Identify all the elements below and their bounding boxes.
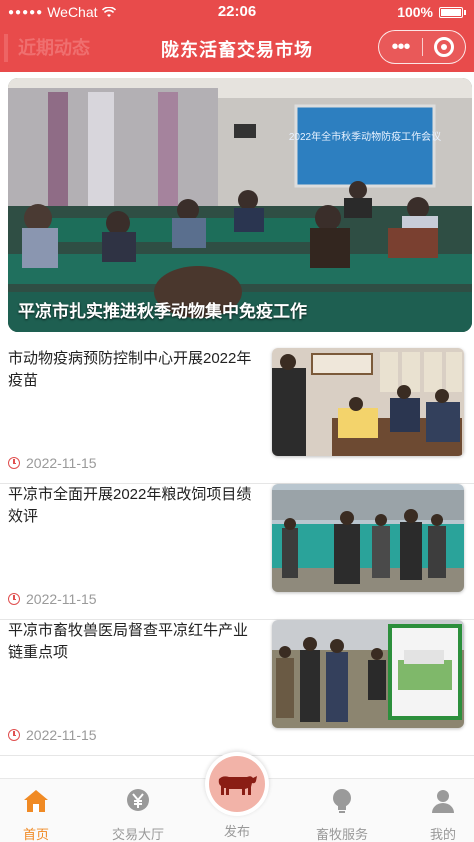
tab-livestock-service[interactable]: 畜牧服务 [302,787,382,842]
lightbulb-icon [333,789,351,813]
tab-trading-hall[interactable]: 交易大厅 [98,787,178,842]
user-icon [432,790,454,813]
news-thumbnail [272,348,464,456]
date-text: 2022-11-15 [26,591,97,607]
news-item[interactable]: 平凉市畜牧兽医局督查平凉红牛产业链重点项 2022-11-15 [0,620,474,756]
cow-icon [218,776,257,795]
tab-livestock-service-label: 畜牧服务 [315,827,368,842]
tab-home[interactable]: 首页 [0,787,76,842]
close-icon [433,37,454,57]
date-text: 2022-11-15 [26,727,97,743]
clock-icon [8,457,20,469]
news-thumbnail [272,620,464,728]
more-menu-button[interactable]: ••• [379,31,422,63]
news-title: 平凉市畜牧兽医局督查平凉红牛产业链重点项 [8,622,249,661]
news-date: 2022-11-15 [8,591,97,607]
battery-status: 100% [397,4,466,20]
news-thumbnail [272,484,464,592]
tab-mine[interactable]: 我的 [403,787,474,842]
news-date: 2022-11-15 [8,455,97,471]
home-icon [24,790,48,812]
screen-text: 2022年全市秋季动物防疫工作会议 [289,130,441,143]
app-header: ●●●●● WeChat 22:06 100% 近期动态 陇东活畜交易市场 ••… [0,0,474,72]
publish-button[interactable] [205,752,269,816]
currency-icon [127,789,149,811]
tab-publish-label: 发布 [223,824,250,839]
tab-mine-label: 我的 [429,827,456,842]
tab-home-label: 首页 [22,827,49,842]
clock-icon [8,729,20,741]
status-bar: ●●●●● WeChat 22:06 100% [0,0,474,24]
date-text: 2022-11-15 [26,455,97,471]
miniprogram-capsule: ••• [378,30,466,64]
clock-icon [8,593,20,605]
news-item[interactable]: 平凉市全面开展2022年粮改饲项目绩效评 2022-11-15 [0,484,474,620]
close-miniprogram-button[interactable] [423,37,465,57]
battery-percent: 100% [397,4,433,20]
tab-trading-hall-label: 交易大厅 [111,827,164,842]
nav-bar: 近期动态 陇东活畜交易市场 ••• [0,28,474,68]
battery-icon [439,6,463,18]
news-item[interactable]: 市动物疫病预防控制中心开展2022年疫苗 2022-11-15 [0,348,474,484]
hero-caption: 平凉市扎实推进秋季动物集中免疫工作 [18,302,307,321]
hero-banner[interactable]: 2022年全市秋季动物防疫工作会议 平凉市扎实推进秋季动物集中免疫工作 [8,78,472,332]
news-date: 2022-11-15 [8,727,97,743]
news-title: 平凉市全面开展2022年粮改饲项目绩效评 [8,486,252,525]
meeting-photo: 2022年全市秋季动物防疫工作会议 [8,78,472,332]
news-title: 市动物疫病预防控制中心开展2022年疫苗 [8,350,252,389]
